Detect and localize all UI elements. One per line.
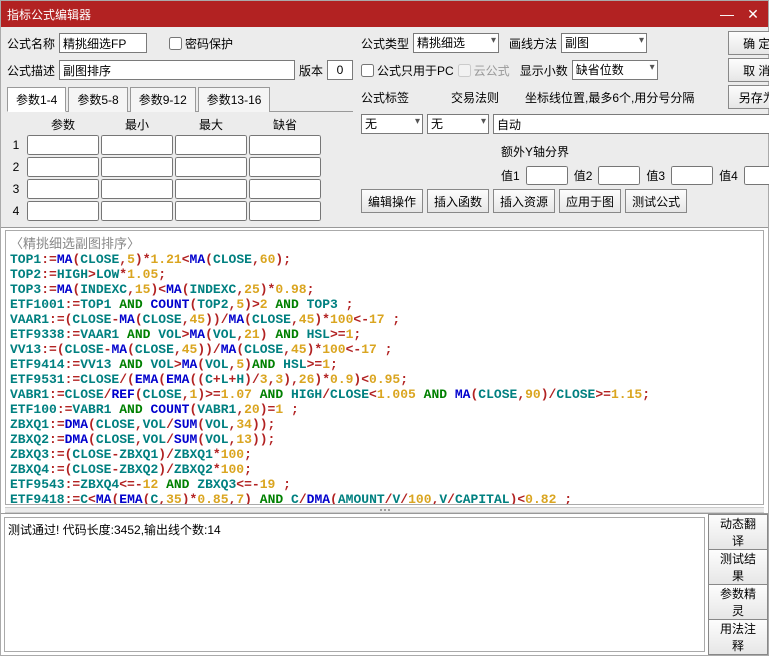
usage-notes-button[interactable]: 用法注释	[708, 619, 768, 655]
y1-input[interactable]	[526, 166, 568, 185]
label-extray: 额外Y轴分界	[501, 143, 569, 160]
p2-def[interactable]	[249, 157, 321, 177]
label-draw: 画线方法	[509, 35, 557, 52]
tab-params-13-16[interactable]: 参数13-16	[198, 87, 271, 112]
titlebar: 指标公式编辑器 — ✕	[1, 1, 768, 27]
tab-params-1-4[interactable]: 参数1-4	[7, 87, 66, 112]
p4-def[interactable]	[249, 201, 321, 221]
label-ftype: 公式类型	[361, 35, 409, 52]
coord-input[interactable]	[493, 114, 769, 134]
p4-min[interactable]	[101, 201, 173, 221]
param-hdr-min: 最小	[101, 116, 173, 133]
tab-params-9-12[interactable]: 参数9-12	[130, 87, 196, 112]
p4-name[interactable]	[27, 201, 99, 221]
dynamic-translate-button[interactable]: 动态翻译	[708, 514, 768, 549]
p1-def[interactable]	[249, 135, 321, 155]
draw-method-select[interactable]: 副图	[561, 33, 647, 53]
y2-input[interactable]	[598, 166, 640, 185]
insert-res-button[interactable]: 插入资源	[493, 189, 555, 213]
decimal-select[interactable]: 缺省位数	[572, 60, 658, 80]
p3-def[interactable]	[249, 179, 321, 199]
param-wizard-button[interactable]: 参数精灵	[708, 584, 768, 619]
label-ftag: 公式标签	[361, 89, 409, 106]
version-input[interactable]	[327, 60, 353, 80]
ok-button[interactable]: 确 定	[728, 31, 769, 55]
label-trule: 交易法则	[451, 89, 499, 106]
insert-fn-button[interactable]: 插入函数	[427, 189, 489, 213]
label-coord: 坐标线位置,最多6个,用分号分隔	[525, 89, 694, 106]
tab-params-5-8[interactable]: 参数5-8	[68, 87, 127, 112]
p3-min[interactable]	[101, 179, 173, 199]
label-pwd: 密码保护	[185, 35, 233, 52]
p3-max[interactable]	[175, 179, 247, 199]
cancel-button[interactable]: 取 消	[728, 58, 769, 82]
label-showdec: 显示小数	[520, 62, 568, 79]
trule-select[interactable]: 无	[427, 114, 489, 134]
param-tabs: 参数1-4 参数5-8 参数9-12 参数13-16	[7, 86, 353, 112]
status-output: 测试通过! 代码长度:3452,输出线个数:14	[4, 517, 705, 652]
p4-max[interactable]	[175, 201, 247, 221]
y3-input[interactable]	[671, 166, 713, 185]
label-desc: 公式描述	[7, 62, 55, 79]
top-panel: 公式名称 密码保护 公式描述 版本 参数1-4 参数5-8 参数9-12 参数1…	[1, 27, 768, 228]
code-editor[interactable]: 〈精挑细选副图排序〉 TOP1:=MA(CLOSE,5)*1.21<MA(CLO…	[5, 230, 764, 505]
y4-input[interactable]	[744, 166, 769, 185]
p1-max[interactable]	[175, 135, 247, 155]
pc-only-checkbox[interactable]	[361, 64, 374, 77]
cloud-checkbox	[458, 64, 471, 77]
p1-min[interactable]	[101, 135, 173, 155]
edit-op-button[interactable]: 编辑操作	[361, 189, 423, 213]
saveas-button[interactable]: 另存为	[728, 85, 769, 109]
minimize-button[interactable]: —	[718, 5, 736, 23]
ftag-select[interactable]: 无	[361, 114, 423, 134]
label-name: 公式名称	[7, 35, 55, 52]
p3-name[interactable]	[27, 179, 99, 199]
apply-button[interactable]: 应用于图	[559, 189, 621, 213]
test-button[interactable]: 测试公式	[625, 189, 687, 213]
formula-desc-input[interactable]	[59, 60, 295, 80]
window-title: 指标公式编辑器	[7, 6, 91, 23]
password-protect-checkbox[interactable]	[169, 37, 182, 50]
formula-name-input[interactable]	[59, 33, 147, 53]
formula-type-select[interactable]: 精挑细选	[413, 33, 499, 53]
param-hdr-def: 缺省	[249, 116, 321, 133]
label-ver: 版本	[299, 62, 323, 79]
p1-name[interactable]	[27, 135, 99, 155]
param-hdr-name: 参数	[27, 116, 99, 133]
param-hdr-max: 最大	[175, 116, 247, 133]
p2-name[interactable]	[27, 157, 99, 177]
p2-max[interactable]	[175, 157, 247, 177]
close-button[interactable]: ✕	[744, 5, 762, 23]
param-table: 参数 最小 最大 缺省 1 2 3 4	[7, 116, 353, 221]
p2-min[interactable]	[101, 157, 173, 177]
test-result-button[interactable]: 测试结果	[708, 549, 768, 584]
